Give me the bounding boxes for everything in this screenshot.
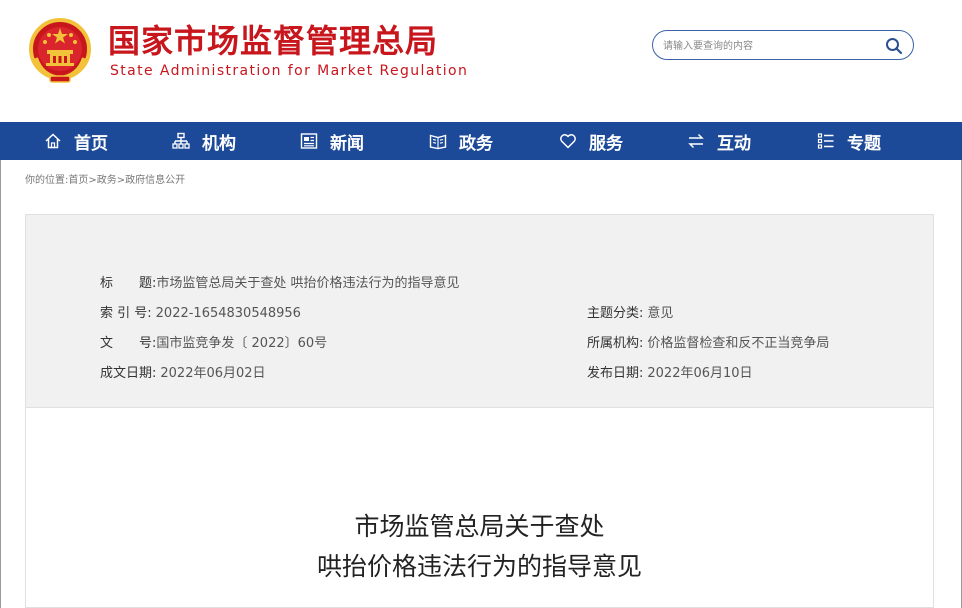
main-nav: 首页 机构 新闻 政务 服务 互动 专题: [0, 122, 962, 160]
open-book-icon: [429, 134, 447, 150]
meta-created-value: 2022年06月02日: [160, 366, 266, 381]
nav-item-label: 新闻: [330, 133, 364, 154]
breadcrumb: 你的位置:首页>政务>政府信息公开: [25, 171, 185, 186]
meta-created-row: 成文日期: 2022年06月02日: [100, 362, 266, 381]
meta-published-row: 发布日期: 2022年06月10日: [587, 362, 753, 381]
search-input[interactable]: [663, 36, 873, 56]
meta-published-label: 发布日期:: [587, 366, 644, 381]
heart-icon: [560, 134, 576, 149]
meta-category-value: 意见: [647, 306, 674, 321]
site-subtitle: State Administration for Market Regulati…: [110, 63, 469, 79]
org-chart-icon: [172, 132, 190, 149]
home-icon: [45, 133, 61, 149]
nav-item-home[interactable]: 首页: [44, 122, 108, 160]
site-header: 国家市场监督管理总局 State Administration for Mark…: [0, 0, 962, 122]
nav-item-government-affairs[interactable]: 政务: [429, 122, 493, 160]
search-box: [652, 30, 914, 60]
nav-item-label: 互动: [717, 133, 751, 154]
meta-doc-no-row: 文 号:国市监竞争发〔 2022〕60号: [100, 332, 327, 351]
meta-title-label: 标 题:: [100, 276, 157, 291]
list-icon: [817, 133, 834, 149]
meta-index-value: 2022-1654830548956: [155, 306, 301, 321]
meta-index-label: 索 引 号:: [100, 306, 152, 321]
document-metadata: 标 题:市场监管总局关于查处 哄抬价格违法行为的指导意见 索 引 号: 2022-…: [26, 215, 933, 408]
breadcrumb-link-government-affairs[interactable]: 政务: [97, 175, 117, 186]
nav-item-interaction[interactable]: 互动: [687, 122, 751, 160]
nav-item-label: 政务: [459, 133, 493, 154]
breadcrumb-link-home[interactable]: 首页: [68, 175, 88, 186]
meta-agency-row: 所属机构: 价格监督检查和反不正当竞争局: [587, 332, 829, 351]
search-icon[interactable]: [885, 37, 903, 55]
document-title-line-2: 哄抬价格违法行为的指导意见: [316, 552, 642, 581]
nav-item-label: 机构: [202, 133, 236, 154]
nav-item-services[interactable]: 服务: [559, 122, 623, 160]
nav-item-label: 服务: [589, 133, 623, 154]
meta-category-row: 主题分类: 意见: [587, 302, 673, 321]
meta-doc-no-value: 国市监竞争发〔 2022〕60号: [156, 336, 328, 351]
newspaper-icon: [300, 133, 318, 149]
meta-title-row: 标 题:市场监管总局关于查处 哄抬价格违法行为的指导意见: [100, 272, 460, 291]
meta-index-row: 索 引 号: 2022-1654830548956: [100, 302, 301, 321]
national-emblem-icon[interactable]: [28, 18, 92, 84]
meta-agency-label: 所属机构:: [587, 336, 644, 351]
meta-agency-value: 价格监督检查和反不正当竞争局: [647, 336, 830, 351]
meta-category-label: 主题分类:: [587, 306, 644, 321]
nav-item-label: 首页: [74, 133, 108, 154]
nav-item-topics[interactable]: 专题: [817, 122, 881, 160]
breadcrumb-prefix: 你的位置:: [25, 175, 69, 186]
breadcrumb-separator: >: [88, 175, 97, 186]
document-title-line-1: 市场监管总局关于查处: [354, 512, 605, 541]
meta-created-label: 成文日期:: [100, 366, 157, 381]
breadcrumb-link-information-disclosure[interactable]: 政府信息公开: [125, 175, 185, 186]
breadcrumb-separator: >: [116, 175, 126, 186]
nav-item-organization[interactable]: 机构: [172, 122, 236, 160]
exchange-arrows-icon: [688, 133, 704, 149]
nav-item-news[interactable]: 新闻: [300, 122, 364, 160]
nav-item-label: 专题: [847, 133, 881, 154]
meta-title-value: 市场监管总局关于查处 哄抬价格违法行为的指导意见: [156, 276, 460, 291]
meta-published-value: 2022年06月10日: [647, 366, 753, 381]
document-panel: 标 题:市场监管总局关于查处 哄抬价格违法行为的指导意见 索 引 号: 2022-…: [25, 214, 934, 608]
site-title: 国家市场监督管理总局: [108, 22, 439, 60]
meta-doc-no-label: 文 号:: [100, 336, 157, 351]
